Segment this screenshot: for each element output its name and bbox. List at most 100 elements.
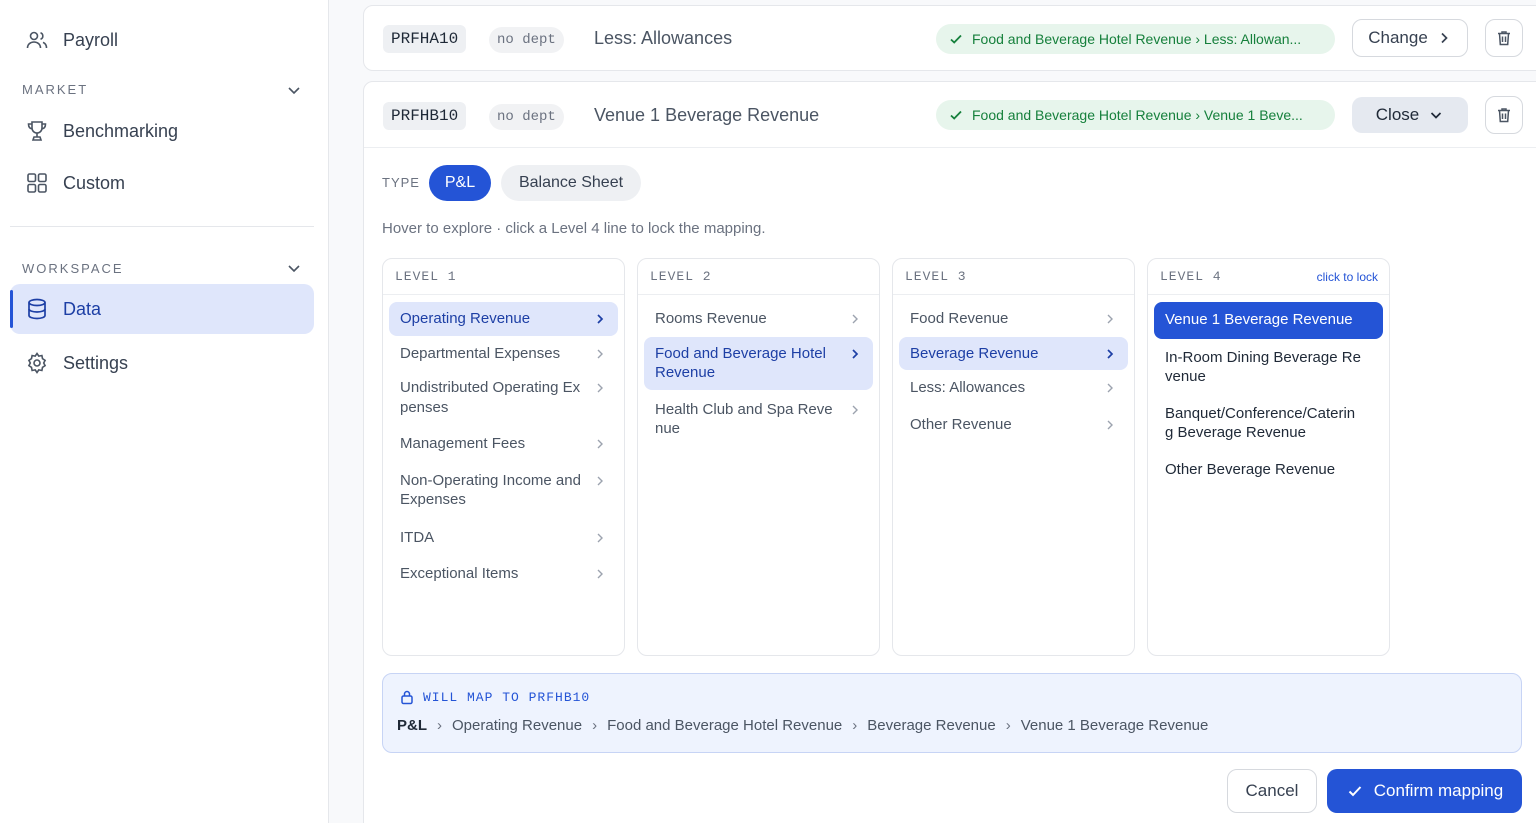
level-1-item[interactable]: Operating Revenue	[389, 302, 618, 336]
account-code: PRFHA10	[383, 25, 467, 53]
chevron-right-icon	[597, 439, 603, 449]
item-label: Undistributed Operating Expenses	[400, 379, 581, 416]
account-code: PRFHB10	[383, 102, 467, 130]
confirm-mapping-button[interactable]: Confirm mapping	[1327, 769, 1522, 813]
breadcrumb-item: P&L	[397, 717, 427, 734]
level-1-item[interactable]: Exceptional Items	[389, 555, 618, 591]
type-label: TYPE	[382, 175, 420, 190]
level-3-item[interactable]: Other Revenue	[899, 406, 1128, 442]
sidebar-item-benchmarking[interactable]: Benchmarking	[10, 106, 314, 156]
item-label: Food Revenue	[910, 310, 1009, 327]
level-3-column: LEVEL 3 Food Revenue Beverage Revenue Le…	[892, 258, 1135, 656]
mapping-row: PRFHA10 no dept Less: Allowances Food an…	[363, 5, 1536, 71]
close-button[interactable]: Close	[1352, 97, 1468, 133]
item-label: Banquet/Conference/Catering Beverage Rev…	[1165, 404, 1356, 442]
level-4-item[interactable]: Banquet/Conference/Catering Beverage Rev…	[1154, 395, 1383, 450]
delete-button[interactable]	[1485, 96, 1523, 134]
level-1-item[interactable]: Undistributed Operating Expenses	[389, 371, 618, 424]
breadcrumb: P&L › Operating Revenue › Food and Bever…	[397, 717, 1208, 734]
level-1-item[interactable]: ITDA	[389, 518, 618, 555]
breadcrumb-item: Operating Revenue	[452, 717, 583, 734]
chevron-right-icon	[852, 405, 858, 414]
workspace-section-label: WORKSPACE	[22, 261, 124, 276]
level-1-item[interactable]: Departmental Expenses	[389, 337, 618, 371]
chevron-right-icon	[852, 348, 859, 359]
main-content: PRFHA10 no dept Less: Allowances Food an…	[329, 0, 1536, 823]
column-title: LEVEL 1	[395, 269, 457, 284]
level-2-item[interactable]: Food and Beverage Hotel Revenue	[644, 336, 873, 390]
chevron-down-icon[interactable]	[285, 259, 303, 277]
change-button[interactable]: Change	[1352, 19, 1468, 57]
check-icon	[948, 107, 964, 123]
sidebar-item-custom[interactable]: Custom	[10, 158, 314, 208]
level-4-item[interactable]: In-Room Dining Beverage Revenue	[1154, 340, 1383, 394]
level-1-column: LEVEL 1 Operating Revenue Departmental E…	[382, 258, 625, 656]
mapping-status-badge: Food and Beverage Hotel Revenue › Less: …	[936, 24, 1335, 54]
level-4-item[interactable]: Venue 1 Beverage Revenue	[1154, 302, 1383, 339]
level-3-item[interactable]: Beverage Revenue	[899, 336, 1128, 370]
dept-badge: no dept	[489, 104, 564, 130]
sidebar-item-label: Settings	[63, 352, 129, 373]
level-3-item[interactable]: Food Revenue	[899, 302, 1128, 336]
item-label: Exceptional Items	[400, 565, 519, 582]
click-to-lock-hint: click to lock	[1316, 269, 1378, 284]
mapping-status-badge: Food and Beverage Hotel Revenue › Venue …	[936, 100, 1335, 130]
chevron-right-icon	[852, 314, 858, 324]
lock-icon	[401, 690, 413, 705]
change-button-label: Change	[1368, 28, 1428, 47]
column-title: LEVEL 4	[1160, 269, 1222, 284]
hint-text: Hover to explore · click a Level 4 line …	[382, 220, 766, 237]
sidebar-item-data[interactable]: Data	[10, 284, 314, 334]
item-label: Other Beverage Revenue	[1165, 460, 1336, 478]
sidebar-divider	[10, 226, 314, 227]
level-2-item[interactable]: Health Club and Spa Revenue	[644, 391, 873, 446]
close-button-label: Close	[1375, 105, 1420, 124]
trash-icon	[1498, 31, 1510, 46]
item-label: ITDA	[400, 528, 435, 546]
trash-icon	[1498, 108, 1510, 123]
chevron-right-icon	[1107, 314, 1113, 324]
chevron-right-icon	[597, 314, 604, 324]
chevron-right-icon	[1107, 383, 1113, 393]
item-label: Health Club and Spa Revenue	[655, 400, 833, 438]
check-icon	[948, 31, 964, 47]
mapping-path-text: Food and Beverage Hotel Revenue › Venue …	[972, 107, 1303, 123]
chevron-right-icon	[1107, 420, 1113, 429]
chevron-right-icon: ›	[852, 717, 858, 734]
level-4-column: LEVEL 4 click to lock Venue 1 Beverage R…	[1147, 258, 1390, 656]
chevron-right-icon	[1107, 348, 1114, 359]
sidebar-item-settings[interactable]: Settings	[10, 338, 314, 388]
item-label: Non-Operating Income and Expenses	[400, 471, 581, 509]
level-2-column: LEVEL 2 Rooms Revenue Food and Beverage …	[637, 258, 880, 656]
item-label: Operating Revenue	[400, 310, 531, 327]
gear-icon	[24, 350, 50, 376]
cancel-button[interactable]: Cancel	[1227, 769, 1317, 813]
dept-badge: no dept	[489, 27, 564, 53]
item-label: Other Revenue	[910, 415, 1012, 433]
users-icon	[24, 27, 50, 53]
level-4-item[interactable]: Other Beverage Revenue	[1154, 451, 1383, 487]
check-icon	[1346, 782, 1364, 800]
database-icon	[24, 296, 50, 322]
trophy-icon	[24, 118, 50, 144]
confirm-mapping-label: Confirm mapping	[1373, 781, 1504, 800]
level-1-item[interactable]: Management Fees	[389, 425, 618, 461]
delete-button[interactable]	[1485, 19, 1523, 57]
item-label: Beverage Revenue	[910, 344, 1039, 362]
sidebar-item-payroll[interactable]: Payroll	[10, 15, 314, 65]
sidebar-item-label: Data	[63, 298, 102, 319]
level-3-item[interactable]: Less: Allowances	[899, 371, 1128, 405]
item-label: In-Room Dining Beverage Revenue	[1165, 348, 1361, 386]
type-pl-button[interactable]: P&L	[429, 165, 491, 201]
chevron-down-icon[interactable]	[285, 81, 303, 99]
item-label: Venue 1 Beverage Revenue	[1165, 311, 1353, 328]
chevron-right-icon: ›	[437, 717, 442, 734]
item-label: Rooms Revenue	[655, 310, 767, 327]
market-section-label: MARKET	[22, 82, 89, 97]
level-1-item[interactable]: Non-Operating Income and Expenses	[389, 462, 618, 517]
level-2-item[interactable]: Rooms Revenue	[644, 302, 873, 336]
chevron-right-icon	[1441, 32, 1448, 44]
sidebar-item-label: Custom	[63, 172, 126, 193]
type-balance-sheet-button[interactable]: Balance Sheet	[501, 165, 641, 201]
sidebar-item-label: Payroll	[63, 29, 119, 50]
